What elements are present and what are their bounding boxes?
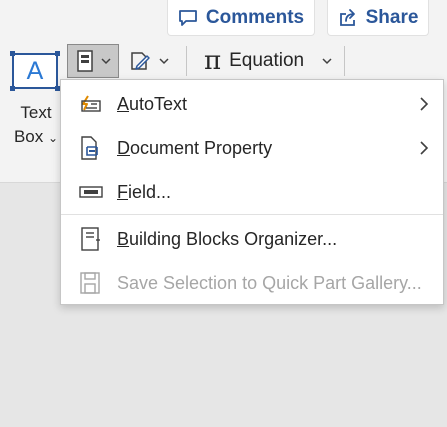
chevron-right-icon <box>420 97 429 111</box>
quick-parts-icon <box>76 50 93 72</box>
equation-button[interactable]: π Equation <box>198 44 336 78</box>
autotext-icon <box>81 95 101 112</box>
menu-item-label: Field... <box>117 181 172 202</box>
signature-line-button[interactable] <box>124 44 174 78</box>
pi-icon: π <box>204 46 222 76</box>
chevron-down-icon <box>100 58 111 65</box>
selection-handle <box>55 51 60 56</box>
building-blocks-icon <box>81 227 100 251</box>
comment-icon <box>179 9 197 26</box>
share-button[interactable]: Share <box>327 0 429 36</box>
menu-item-building-blocks-organizer[interactable]: Building Blocks Organizer... <box>61 217 443 261</box>
share-icon <box>339 8 355 26</box>
menu-item-label: Building Blocks Organizer... <box>117 228 338 249</box>
save-selection-icon <box>80 272 100 294</box>
selection-handle <box>10 51 15 56</box>
ribbon-separator <box>344 46 345 76</box>
comments-button[interactable]: Comments <box>167 0 315 36</box>
text-box-icon-letter: A <box>26 56 44 85</box>
selection-handle <box>10 86 15 91</box>
text-box-icon[interactable]: A <box>10 51 60 91</box>
menu-item-label: Document Property <box>117 137 273 158</box>
text-box-label-line2: Box <box>13 127 44 146</box>
menu-item-label: Save Selection to Quick Part Gallery... <box>117 272 422 293</box>
text-box-button[interactable]: Text Box ⌄ <box>10 101 62 150</box>
chevron-down-icon <box>322 58 332 65</box>
quick-parts-menu: AutoText Document Property Field... Buil… <box>60 79 444 305</box>
chevron-right-icon <box>420 141 429 155</box>
signature-line-icon <box>131 52 150 70</box>
quick-parts-button[interactable] <box>67 44 119 78</box>
menu-item-label: AutoText <box>117 93 188 114</box>
field-icon <box>79 186 103 198</box>
menu-item-field[interactable]: Field... <box>61 170 443 214</box>
menu-item-save-selection: Save Selection to Quick Part Gallery... <box>61 261 443 305</box>
chevron-down-icon: ⌄ <box>47 131 59 145</box>
comments-label: Comments <box>205 6 305 28</box>
chevron-down-icon <box>159 58 169 65</box>
menu-divider <box>61 214 443 215</box>
text-box-label-line1: Text <box>20 103 52 122</box>
document-property-icon <box>81 136 98 160</box>
menu-item-autotext[interactable]: AutoText <box>61 82 443 126</box>
equation-label: Equation <box>229 50 305 71</box>
menu-item-document-property[interactable]: Document Property <box>61 126 443 170</box>
ribbon-separator <box>186 46 187 76</box>
share-label: Share <box>365 6 419 28</box>
